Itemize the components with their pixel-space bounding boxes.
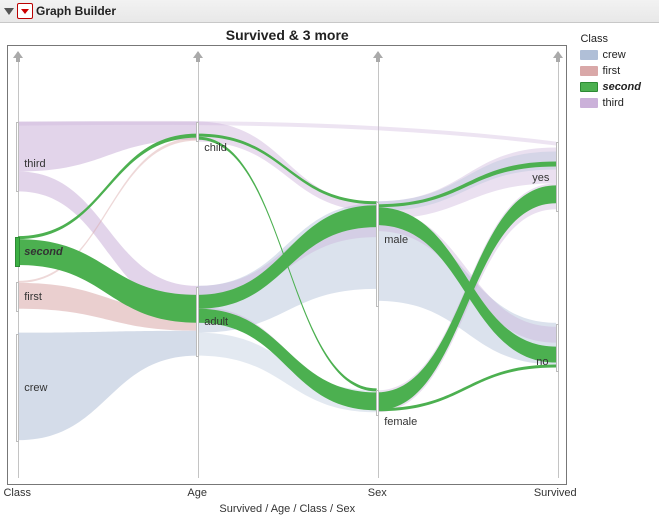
disclosure-triangle-icon[interactable] [4,8,14,15]
legend-item-crew[interactable]: crew [580,47,655,63]
node-surv-no[interactable] [556,324,559,372]
label-class-first: first [24,291,42,303]
node-class-first[interactable] [16,282,19,312]
stage-axis-labels: Class Age Sex Survived [7,485,567,503]
titlebar: Graph Builder [0,0,659,23]
node-age-adult[interactable] [196,287,199,357]
node-surv-yes[interactable] [556,142,559,212]
hotspot-menu-button[interactable] [17,3,33,19]
legend-label: second [602,81,641,93]
label-age-child: child [204,142,227,154]
label-sex-female: female [384,416,417,428]
label-class-crew: crew [24,382,47,394]
axis-label-sex: Sex [368,487,387,499]
legend-label: first [602,65,620,77]
legend-label: crew [602,49,625,61]
swatch-icon [580,98,598,108]
swatch-icon [580,50,598,60]
axis-label-age: Age [187,487,207,499]
chart-title: Survived & 3 more [226,27,349,43]
swatch-icon [580,82,598,92]
legend-item-first[interactable]: first [580,63,655,79]
window-title: Graph Builder [36,4,116,18]
label-surv-yes: yes [532,172,549,184]
node-sex-female[interactable] [376,390,379,416]
label-class-second: second [24,246,63,258]
node-sex-male[interactable] [376,202,379,307]
label-age-adult: adult [204,316,228,328]
node-age-child[interactable] [196,122,199,142]
label-sex-male: male [384,234,408,246]
node-class-second[interactable] [15,237,20,267]
axis-label-survived: Survived [534,487,577,499]
node-class-crew[interactable] [16,334,19,442]
legend-item-third[interactable]: third [580,95,655,111]
chart-subtitle: Survived / Age / Class / Sex [219,503,355,515]
legend-label: third [602,97,623,109]
axis-label-class: Class [3,487,31,499]
flow-paths [18,52,556,478]
legend-item-second[interactable]: second [580,79,655,95]
legend-title: Class [580,33,655,45]
label-surv-no: no [536,356,548,368]
swatch-icon [580,66,598,76]
stage-axis-survived [558,52,559,478]
node-class-third[interactable] [16,122,19,192]
legend: Class crew first second third [574,23,659,527]
label-class-third: third [24,158,45,170]
parallel-categories-plot[interactable]: crew first second third adult child male… [7,45,567,485]
